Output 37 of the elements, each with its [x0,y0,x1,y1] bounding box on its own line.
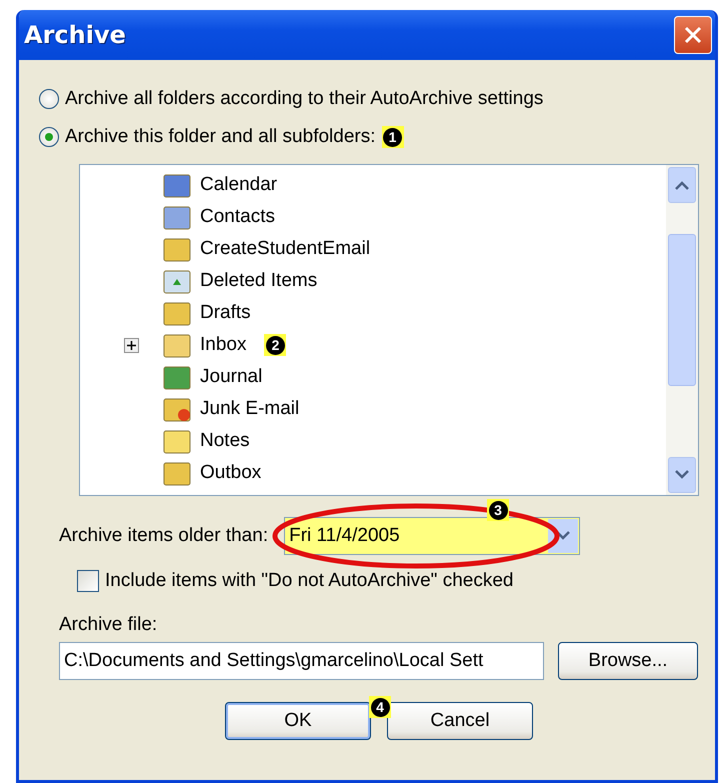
field-label: Archive items older than: [59,525,268,547]
folder-item[interactable]: Calendar [200,174,278,196]
chevron-down-icon [556,531,570,541]
folder-item[interactable]: Drafts [200,302,251,324]
dialog-button[interactable]: OK [225,702,371,740]
field-label: Archive file: [59,614,158,636]
chevron-down-icon [675,470,689,480]
folder-item[interactable]: CreateStudentEmail [200,238,370,260]
callout-marker: 2 [264,334,286,356]
window-title: Archive [24,21,126,49]
checkbox-label: Include items with "Do not AutoArchive" checked [105,570,514,592]
checkbox[interactable] [77,570,99,592]
callout-marker: 1 [382,126,404,148]
scroll-thumb[interactable] [668,234,696,386]
file-path-field[interactable]: C:\Documents and Settings\gmarcelino\Local Sett [59,642,544,680]
folder-item[interactable]: Journal [200,366,262,388]
callout-marker: 4 [369,696,391,718]
folder-item[interactable]: Outbox [200,462,262,484]
folder-item[interactable]: Junk E-mail [200,398,300,420]
option-label: Archive this folder and all subfolders: [65,126,376,148]
radio-button[interactable] [39,127,59,147]
expand-icon[interactable] [124,338,139,352]
callout-marker: 3 [487,499,509,521]
scroll-up-button[interactable] [668,167,696,203]
folder-item[interactable]: Inbox [200,334,246,356]
dialog-button[interactable]: Cancel [387,702,533,740]
radio-button[interactable] [39,89,59,109]
folder-item[interactable]: Deleted Items [200,270,318,292]
close-button[interactable] [674,16,712,54]
close-icon [683,25,703,45]
browse-button[interactable]: Browse... [558,642,698,680]
folder-item[interactable]: Contacts [200,206,275,228]
chevron-up-icon [675,180,689,190]
option-label: Archive all folders according to their AutoArchive settings [65,88,544,110]
date-dropdown[interactable]: Fri 11/4/2005 [284,517,580,555]
scroll-down-button[interactable] [668,457,696,493]
folder-item[interactable]: Notes [200,430,250,452]
